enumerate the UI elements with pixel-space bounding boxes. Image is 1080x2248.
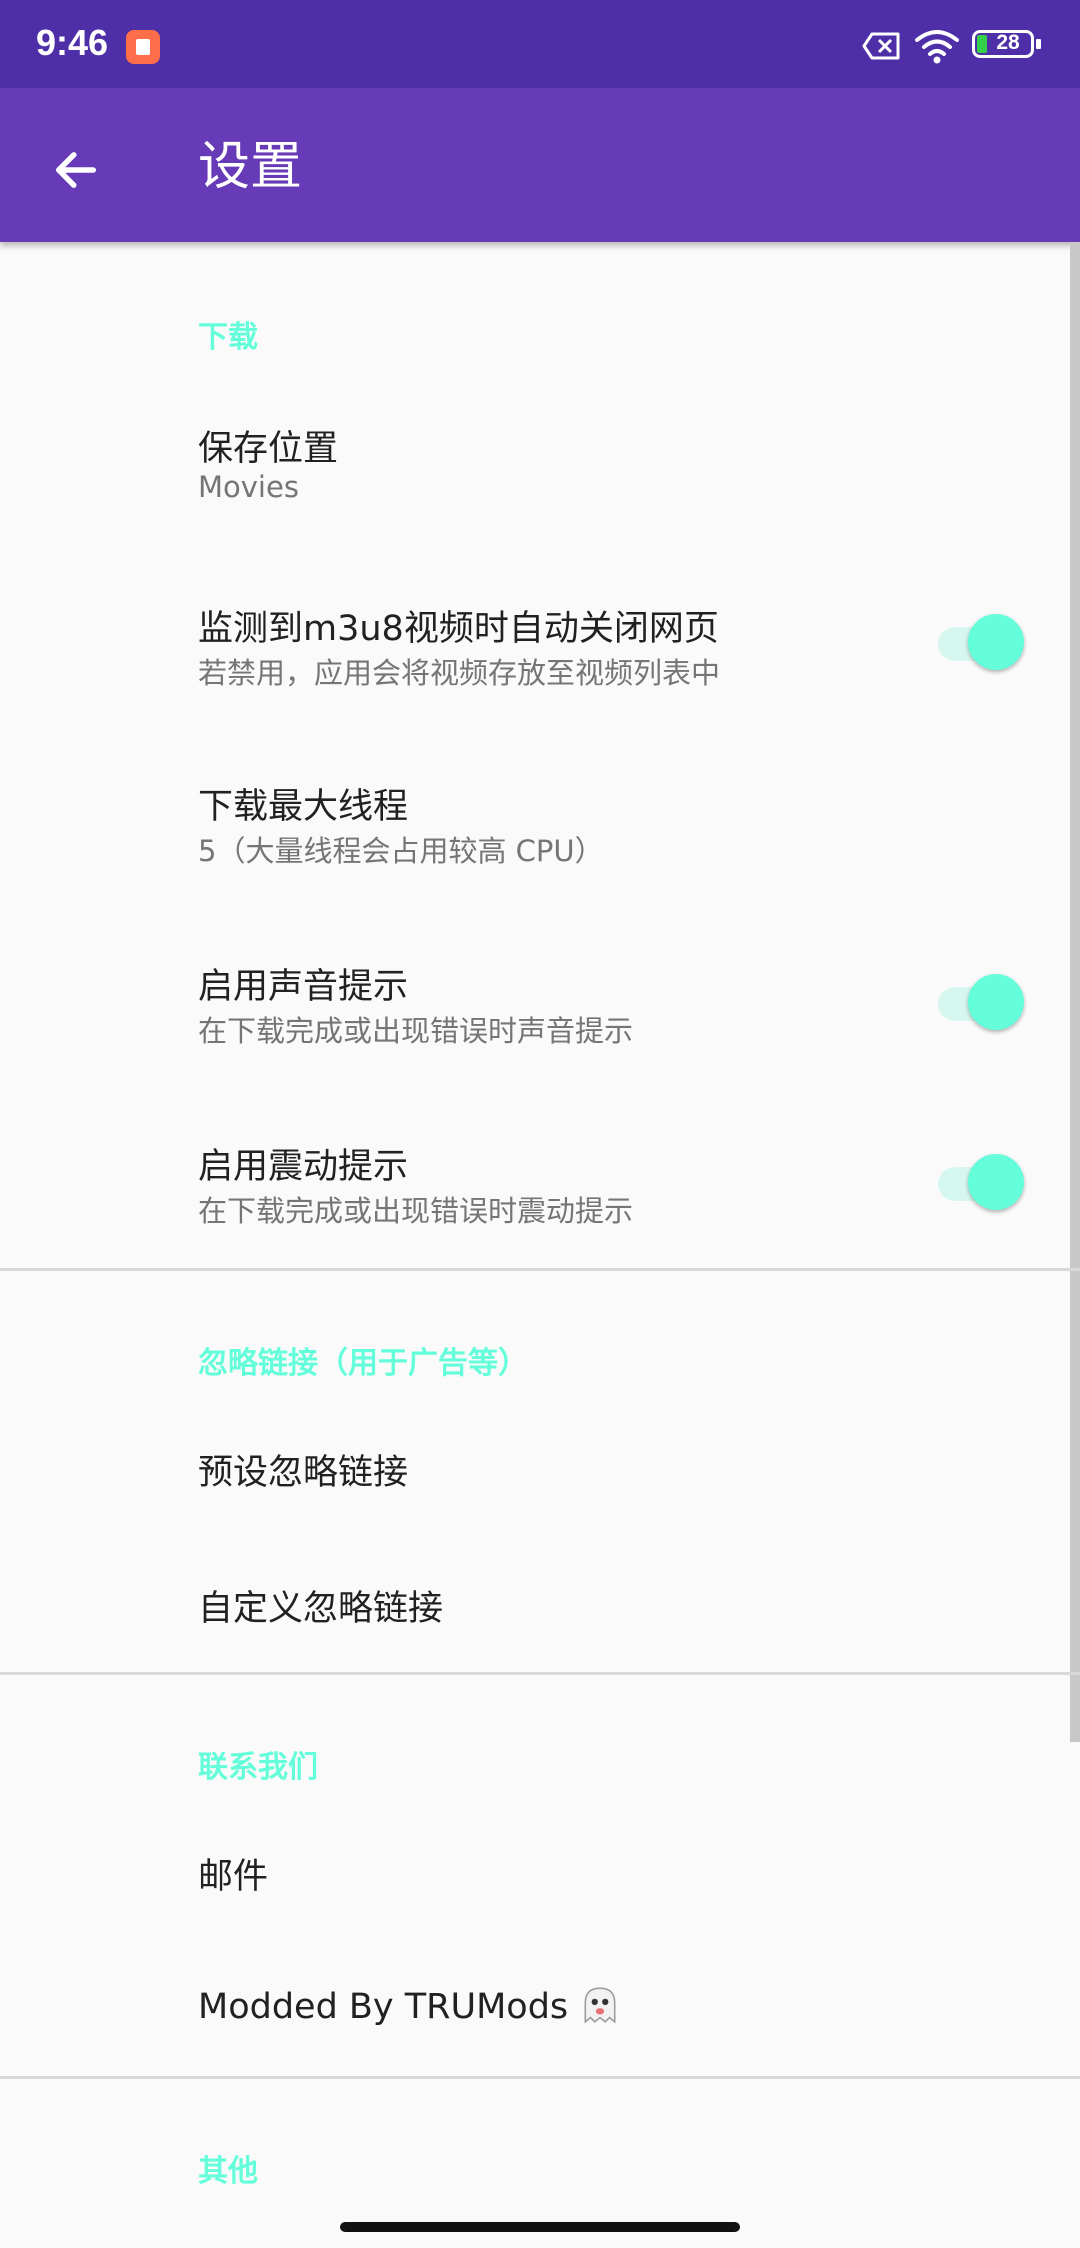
back-button[interactable]: [36, 130, 116, 210]
status-bar: 9:46 28: [0, 0, 1080, 88]
pref-title: 启用震动提示: [198, 1147, 409, 1187]
notification-app-icon: [126, 30, 160, 64]
pref-title: 下载最大线程: [198, 787, 409, 827]
pref-summary: 若禁用，应用会将视频存放至视频列表中: [198, 656, 721, 690]
battery-level: 28: [996, 31, 1020, 54]
pref-summary: 5（大量线程会占用较高 CPU）: [198, 834, 604, 868]
wifi-icon: [915, 30, 959, 64]
pref-title: 自定义忽略链接: [198, 1589, 444, 1629]
pref-title: 邮件: [198, 1857, 269, 1897]
status-time: 9:46: [36, 22, 109, 63]
pref-sound-alert[interactable]: 启用声音提示 在下载完成或出现错误时声音提示: [0, 930, 1080, 1080]
section-divider: [0, 2076, 1080, 2079]
pref-summary: Movies: [198, 470, 299, 504]
vibrate-alert-switch[interactable]: [936, 1150, 1028, 1210]
section-divider: [0, 1672, 1080, 1675]
sound-alert-switch[interactable]: [936, 970, 1028, 1030]
section-header-download: 下载: [198, 320, 258, 355]
pref-email[interactable]: 邮件: [0, 1804, 1080, 1934]
pref-summary: 在下载完成或出现错误时声音提示: [198, 1014, 634, 1048]
pref-save-location[interactable]: 保存位置 Movies: [0, 392, 1080, 542]
pref-title: 保存位置: [198, 429, 339, 469]
battery-icon: 28: [972, 30, 1042, 62]
auto-close-switch[interactable]: [936, 610, 1028, 670]
pref-custom-ignore-links[interactable]: 自定义忽略链接: [0, 1536, 1080, 1666]
pref-title: Modded By TRUMods: [198, 1984, 621, 2027]
pref-vibrate-alert[interactable]: 启用震动提示 在下载完成或出现错误时震动提示: [0, 1110, 1080, 1260]
pref-auto-close[interactable]: 监测到m3u8视频时自动关闭网页 若禁用，应用会将视频存放至视频列表中: [0, 570, 1080, 720]
app-bar: 设置: [0, 88, 1080, 242]
section-divider: [0, 1268, 1080, 1271]
page-title: 设置: [198, 137, 303, 197]
section-header-ignore-links: 忽略链接（用于广告等）: [198, 1346, 528, 1381]
pref-max-threads[interactable]: 下载最大线程 5（大量线程会占用较高 CPU）: [0, 750, 1080, 900]
pref-title: 监测到m3u8视频时自动关闭网页: [198, 609, 719, 649]
arrow-back-icon: [55, 152, 97, 188]
pref-summary: 在下载完成或出现错误时震动提示: [198, 1194, 634, 1228]
modded-by-text: Modded By TRUMods: [198, 1987, 569, 2027]
gesture-bar[interactable]: [340, 2222, 740, 2232]
section-header-other: 其他: [198, 2154, 258, 2189]
pref-modded-by[interactable]: Modded By TRUMods: [0, 1940, 1080, 2070]
section-header-contact: 联系我们: [198, 1750, 318, 1785]
ghost-icon: [584, 1987, 616, 2024]
pref-title: 启用声音提示: [198, 967, 409, 1007]
no-sim-icon: [862, 32, 900, 60]
pref-title: 预设忽略链接: [198, 1453, 409, 1493]
pref-preset-ignore-links[interactable]: 预设忽略链接: [0, 1400, 1080, 1530]
